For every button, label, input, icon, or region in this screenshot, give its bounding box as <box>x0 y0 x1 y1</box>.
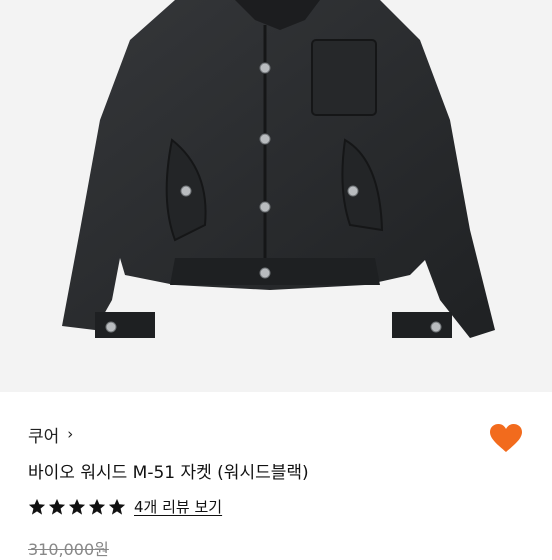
original-price: 310,000원 <box>28 540 109 559</box>
heart-icon[interactable] <box>488 422 524 454</box>
brand-name: 쿠어 <box>28 427 60 447</box>
product-info: 쿠어 › 바이오 워시드 M-51 자켓 (워시드블랙) 4개 리뷰 보기 31… <box>0 392 552 559</box>
star-icon <box>88 498 106 515</box>
brand-link[interactable]: 쿠어 › <box>28 422 74 448</box>
jacket-illustration <box>62 0 495 338</box>
jacket-waistband <box>170 258 380 285</box>
star-icon <box>108 498 126 515</box>
chevron-right-icon: › <box>67 425 74 443</box>
jacket-body <box>62 0 495 338</box>
star-rating <box>28 498 126 516</box>
right-cuff <box>392 312 452 338</box>
rating-row[interactable]: 4개 리뷰 보기 <box>28 496 222 517</box>
product-image[interactable] <box>0 0 552 392</box>
product-title: 바이오 워시드 M-51 자켓 (워시드블랙) <box>28 463 309 483</box>
star-icon <box>68 498 86 515</box>
chest-pocket <box>311 39 377 116</box>
star-icon <box>28 498 46 515</box>
left-cuff <box>95 312 155 338</box>
star-icon <box>48 498 66 515</box>
reviews-link[interactable]: 4개 리뷰 보기 <box>134 496 222 517</box>
